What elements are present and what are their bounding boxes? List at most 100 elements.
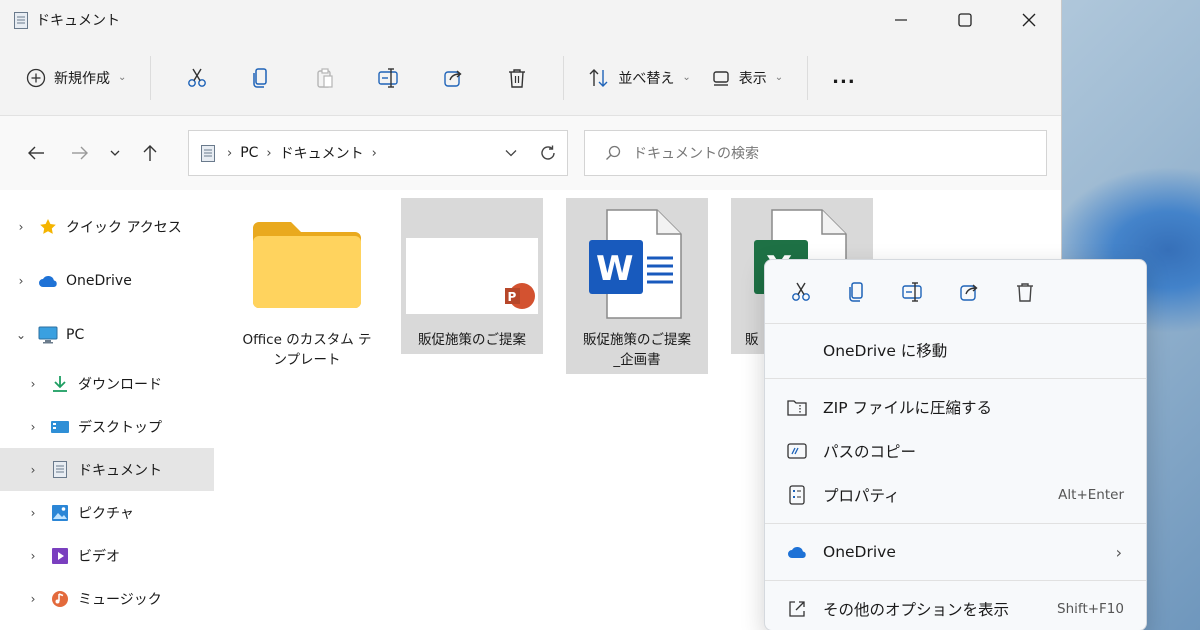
cut-button[interactable] <box>175 58 219 98</box>
context-menu-quick-actions <box>765 260 1146 324</box>
file-item-word[interactable]: W 販促施策のご提案 _企画書 <box>566 198 708 374</box>
close-icon <box>1022 13 1036 27</box>
maximize-icon <box>958 13 972 27</box>
sidebar-item-videos[interactable]: › ビデオ <box>0 534 214 577</box>
paste-button[interactable] <box>303 58 347 98</box>
expand-chevron-icon[interactable]: › <box>26 592 40 606</box>
expand-chevron-icon[interactable]: › <box>26 420 40 434</box>
video-icon <box>50 546 70 566</box>
sidebar-item-label: クイック アクセス <box>66 220 182 236</box>
context-share-button[interactable] <box>941 272 997 312</box>
expand-chevron-icon[interactable]: › <box>26 377 40 391</box>
monitor-icon <box>38 325 58 345</box>
sidebar-item-onedrive[interactable]: › OneDrive <box>0 254 214 308</box>
menu-item-label: パスのコピー <box>823 443 917 461</box>
collapse-chevron-icon[interactable]: ⌄ <box>14 328 28 342</box>
menu-item-label: OneDrive <box>823 543 896 561</box>
expand-chevron-icon[interactable]: › <box>14 274 28 288</box>
delete-button[interactable] <box>495 58 539 98</box>
arrow-up-icon <box>143 145 157 161</box>
menu-item-copy-path[interactable]: パスのコピー <box>765 429 1146 473</box>
paste-icon <box>317 67 333 88</box>
share-icon <box>960 283 978 301</box>
svg-text:W: W <box>596 249 634 289</box>
title-bar: ドキュメント <box>0 0 1061 40</box>
minimize-button[interactable] <box>869 0 933 40</box>
rename-button[interactable] <box>367 58 411 98</box>
breadcrumb-documents[interactable]: ドキュメント <box>280 143 364 163</box>
menu-item-onedrive[interactable]: OneDrive › <box>765 530 1146 574</box>
sidebar-item-quick-access[interactable]: › クイック アクセス <box>0 200 214 254</box>
sidebar-item-label: OneDrive <box>66 273 132 289</box>
up-button[interactable] <box>128 133 172 173</box>
menu-divider <box>765 580 1146 581</box>
breadcrumb-pc[interactable]: PC <box>240 145 258 161</box>
address-bar-row: › PC › ドキュメント › ドキュメントの検索 <box>0 116 1061 190</box>
documents-folder-icon <box>50 460 70 480</box>
picture-icon <box>50 503 70 523</box>
view-button[interactable]: 表示 ⌄ <box>701 58 793 98</box>
sidebar-item-documents[interactable]: › ドキュメント <box>0 448 214 491</box>
maximize-button[interactable] <box>933 0 997 40</box>
file-item-folder[interactable]: Office のカスタム テ ンプレート <box>236 198 378 374</box>
sidebar-item-pictures[interactable]: › ピクチャ <box>0 491 214 534</box>
sidebar-item-downloads[interactable]: › ダウンロード <box>0 362 214 405</box>
sort-button[interactable]: 並べ替え ⌄ <box>578 58 700 98</box>
menu-item-label: その他のオプションを表示 <box>823 601 1010 619</box>
share-icon <box>444 69 462 87</box>
view-icon <box>713 70 729 86</box>
expand-chevron-icon[interactable]: › <box>14 220 28 234</box>
sidebar-item-music[interactable]: › ミュージック <box>0 577 214 620</box>
rename-icon <box>378 67 399 88</box>
chevron-down-icon <box>110 150 120 156</box>
sort-label: 並べ替え <box>618 70 675 87</box>
expand-chevron-icon[interactable]: › <box>26 463 40 477</box>
context-copy-button[interactable] <box>829 272 885 312</box>
svg-text:P: P <box>508 290 517 304</box>
refresh-icon[interactable] <box>539 144 557 162</box>
sidebar-item-label: デスクトップ <box>78 419 162 436</box>
menu-item-properties[interactable]: プロパティ Alt+Enter <box>765 473 1146 517</box>
cloud-icon <box>785 542 809 562</box>
context-delete-button[interactable] <box>997 272 1053 312</box>
share-button[interactable] <box>431 58 475 98</box>
expand-chevron-icon[interactable]: › <box>26 506 40 520</box>
open-external-icon <box>785 599 809 619</box>
navigation-pane: › クイック アクセス › OneDrive ⌄ PC › ダウンロード › デ… <box>0 190 214 630</box>
file-name-line: Office のカスタム テ <box>242 332 372 348</box>
arrow-right-icon <box>72 146 88 160</box>
sidebar-item-pc[interactable]: ⌄ PC <box>0 308 214 362</box>
menu-divider <box>765 523 1146 524</box>
documents-folder-icon <box>201 144 215 162</box>
context-rename-button[interactable] <box>885 272 941 312</box>
menu-item-show-more-options[interactable]: その他のオプションを表示 Shift+F10 <box>765 587 1146 630</box>
menu-item-shortcut: Alt+Enter <box>1058 487 1124 503</box>
window-controls <box>869 0 1061 40</box>
address-bar[interactable]: › PC › ドキュメント › <box>188 130 568 176</box>
forward-button[interactable] <box>58 133 102 173</box>
search-box[interactable]: ドキュメントの検索 <box>584 130 1047 176</box>
copy-icon <box>253 67 268 88</box>
rename-icon <box>902 281 922 302</box>
breadcrumb-chevron-icon: › <box>266 145 272 161</box>
recent-locations-button[interactable] <box>102 133 128 173</box>
expand-chevron-icon[interactable]: › <box>26 549 40 563</box>
trash-icon <box>1017 282 1033 302</box>
chevron-down-icon: ⌄ <box>118 72 127 83</box>
back-button[interactable] <box>14 133 58 173</box>
search-placeholder: ドキュメントの検索 <box>633 146 759 162</box>
sidebar-item-desktop[interactable]: › デスクトップ <box>0 405 214 448</box>
new-button[interactable]: 新規作成 ⌄ <box>16 58 136 98</box>
menu-item-move-to-onedrive[interactable]: OneDrive に移動 <box>765 328 1146 372</box>
context-cut-button[interactable] <box>773 272 829 312</box>
powerpoint-thumbnail: P <box>401 198 543 330</box>
file-item-powerpoint[interactable]: P 販促施策のご提案 <box>401 198 543 354</box>
file-name-line: 販 <box>745 332 759 348</box>
copy-button[interactable] <box>239 58 283 98</box>
sidebar-item-label: PC <box>66 327 85 343</box>
close-button[interactable] <box>997 0 1061 40</box>
menu-item-compress-zip[interactable]: ZIP ファイルに圧縮する <box>765 385 1146 429</box>
more-options-button[interactable]: ... <box>822 58 866 98</box>
chevron-down-icon[interactable] <box>505 149 517 157</box>
menu-divider <box>765 378 1146 379</box>
